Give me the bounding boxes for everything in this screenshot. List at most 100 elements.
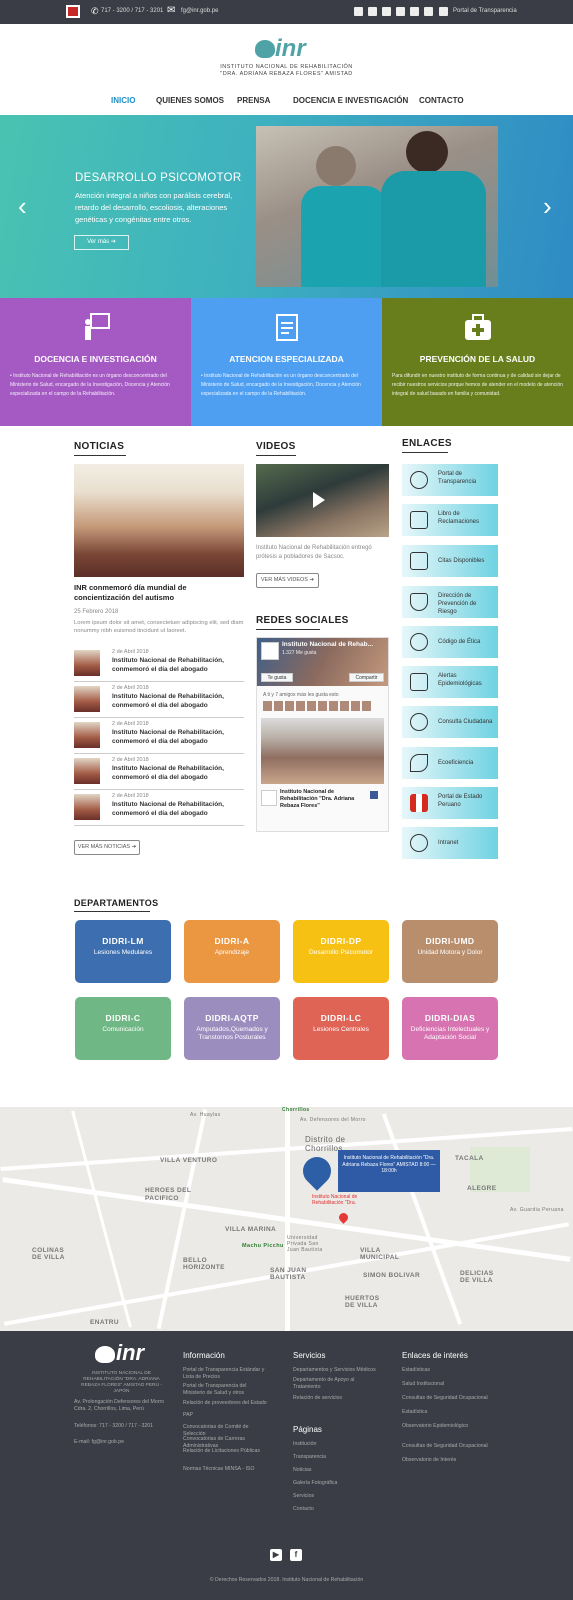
more-news-button[interactable]: VER MÁS NOTICIAS ➔ (74, 840, 140, 855)
footer-link[interactable]: Relación de servicios (293, 1395, 383, 1402)
footer-logo-text: inr (116, 1340, 145, 1365)
plant-hand-icon (410, 754, 428, 772)
footer-link[interactable]: Normas Técnicas MINSA - ISO (183, 1466, 268, 1473)
link-intranet[interactable]: Intranet (402, 827, 498, 859)
news-item-title[interactable]: Instituto Nacional de Rehabilitación, co… (112, 801, 244, 818)
inr-logo[interactable]: inr (255, 35, 317, 62)
dept-didri-a[interactable]: DIDRI-A Aprendizaje (184, 920, 280, 983)
youtube-icon[interactable] (410, 7, 419, 16)
news-item-title[interactable]: Instituto Nacional de Rehabilitación, co… (112, 765, 244, 782)
news-featured-image[interactable] (74, 464, 244, 577)
fb-page-name[interactable]: Instituto Nacional de Rehab... (282, 641, 386, 648)
footer-link[interactable]: Consultas de Seguridad Ocupacional (402, 1395, 492, 1402)
fb-post-image[interactable] (261, 718, 384, 784)
nav-contacto[interactable]: CONTACTO (419, 96, 464, 105)
news-list-item[interactable]: 2 de Abril 2018 Instituto Nacional de Re… (74, 792, 244, 826)
news-item-title[interactable]: Instituto Nacional de Rehabilitación, co… (112, 693, 244, 710)
location-map[interactable]: VILLA VENTURO HEROES DEL PACIFICO Distri… (0, 1107, 573, 1331)
open-book-icon (410, 673, 428, 691)
map-label: HUERTOS DE VILLA (345, 1295, 380, 1309)
dept-didri-c[interactable]: DIDRI-C Comunicación (75, 997, 171, 1060)
link-consulta-ciudadana[interactable]: Consulta Ciudadana (402, 706, 498, 738)
fb-share-button[interactable]: Compartir (349, 673, 384, 682)
footer-col2-title: Servicios (293, 1351, 326, 1360)
facebook-icon[interactable]: f (290, 1549, 302, 1561)
dept-didri-lm[interactable]: DIDRI-LM Lesiones Medulares (75, 920, 171, 983)
dept-code: DIDRI-AQTP (205, 1013, 259, 1023)
dept-didri-lc[interactable]: DIDRI-LC Lesiones Centrales (293, 997, 389, 1060)
news-thumbnail (74, 794, 100, 820)
footer-link[interactable]: Galería Fotográfica (293, 1480, 337, 1487)
footer-link[interactable]: Observatorio Epidemiológico (402, 1423, 474, 1430)
link-ecoeficiencia[interactable]: Ecoeficiencia (402, 747, 498, 779)
news-item-title[interactable]: Instituto Nacional de Rehabilitación, co… (112, 657, 244, 674)
footer-link[interactable]: Consultas de Seguridad Ocupacional (402, 1443, 492, 1450)
youtube-icon[interactable]: ▶ (270, 1549, 282, 1561)
service-atencion[interactable]: ATENCION ESPECIALIZADA • Instituto Nacio… (191, 298, 382, 426)
nav-prensa[interactable]: PRENSA (237, 96, 270, 105)
slider-next-arrow[interactable]: › (543, 193, 552, 219)
footer-link[interactable]: Transparencia (293, 1454, 326, 1461)
footer-link[interactable]: Salud Institucional (402, 1381, 492, 1388)
book-icon (410, 511, 428, 529)
footer-link[interactable]: Relación de proveedores del Estado (183, 1400, 268, 1407)
link-label: Portal de Estado Peruano (438, 794, 483, 808)
slider-prev-arrow[interactable]: ‹ (18, 193, 27, 219)
fb-post-page-name[interactable]: Instituto Nacional de Rehabilitación "Dr… (280, 789, 364, 810)
link-codigo-etica[interactable]: Código de Ética (402, 626, 498, 658)
more-videos-button[interactable]: VER MÁS VIDEOS ➔ (256, 573, 319, 588)
footer-link[interactable]: Observatorio de Interés (402, 1457, 492, 1464)
hero-more-button[interactable]: Ver más ➔ (74, 235, 129, 250)
dept-didri-dias[interactable]: DIDRI-DIAS Deficiencias Intelectuales y A… (402, 997, 498, 1060)
footer-link[interactable]: Servicios (293, 1493, 314, 1500)
footer-link[interactable]: Departamentos y Servicios Médicos (293, 1367, 383, 1374)
transparency-icon[interactable] (439, 7, 448, 16)
footer-link[interactable]: Departamento de Apoyo al Tratamiento (293, 1377, 363, 1391)
news-featured-headline[interactable]: INR conmemoró día mundial de concientiza… (74, 583, 244, 603)
dept-code: DIDRI-C (105, 1013, 141, 1023)
nav-inicio[interactable]: INICIO (111, 96, 135, 105)
link-alertas-epidemiologicas[interactable]: Alertas Epidemiológicas (402, 666, 498, 698)
play-icon[interactable] (313, 492, 325, 508)
news-list-item[interactable]: 2 de Abril 2018 Instituto Nacional de Re… (74, 684, 244, 718)
news-list-item[interactable]: 2 de Abril 2018 Instituto Nacional de Re… (74, 720, 244, 754)
facebook-icon[interactable] (424, 7, 433, 16)
nav-docencia[interactable]: DOCENCIA E INVESTIGACIÓN (293, 96, 408, 105)
font-decrease-icon[interactable] (368, 7, 377, 16)
footer-link[interactable]: Estadística (402, 1409, 492, 1416)
news-list-item[interactable]: 2 de Abril 2018 Instituto Nacional de Re… (74, 648, 244, 682)
news-item-title[interactable]: Instituto Nacional de Rehabilitación, co… (112, 729, 244, 746)
footer-link[interactable]: Institución (293, 1441, 316, 1448)
link-portal-transparencia[interactable]: Portal de Transparencia (402, 464, 498, 496)
link-libro-reclamaciones[interactable]: Libro de Reclamaciones (402, 504, 498, 536)
news-list-item[interactable]: 2 de Abril 2018 Instituto Nacional de Re… (74, 756, 244, 790)
footer-link[interactable]: Portal de Transparencia Estándar y Lista… (183, 1367, 268, 1381)
link-citas-disponibles[interactable]: Citas Disponibles (402, 545, 498, 577)
nav-quienes-somos[interactable]: QUIENES SOMOS (156, 96, 224, 105)
link-estado-peruano[interactable]: Portal de Estado Peruano (402, 787, 498, 819)
service-prevencion[interactable]: PREVENCIÓN DE LA SALUD Para difundir en … (382, 298, 573, 426)
footer-link[interactable]: Noticias (293, 1467, 311, 1474)
facebook-widget[interactable]: Instituto Nacional de Rehab... 1.327 Me … (256, 637, 389, 832)
dept-didri-aqtp[interactable]: DIDRI-AQTP Amputados,Quemados y Transtorn… (184, 997, 280, 1060)
footer-link[interactable]: Relación de Licitaciones Públicas (183, 1448, 268, 1455)
link-prevencion-riesgo[interactable]: Dirección de Prevención de Riesgo (402, 586, 498, 618)
social-title-underline (256, 629, 320, 630)
medical-clipboard-icon (275, 314, 298, 341)
footer-email[interactable]: E-mail: fg@inr.gob.pe (74, 1439, 169, 1446)
font-increase-icon[interactable] (382, 7, 391, 16)
topbar-email[interactable]: fg@inr.gob.pe (181, 8, 218, 14)
video-description: Instituto Nacional de Rehabilitación ent… (256, 545, 372, 560)
contrast-icon[interactable] (354, 7, 363, 16)
dept-didri-umd[interactable]: DIDRI-UMD Unidad Motora y Dolor (402, 920, 498, 983)
footer-link[interactable]: Estadísticas (402, 1367, 492, 1374)
footer-link[interactable]: PAP (183, 1412, 268, 1419)
dept-didri-dp[interactable]: DIDRI-DP Desarrollo Psicomotor (293, 920, 389, 983)
map-label: Universidad Privada San Juan Bautista (287, 1235, 323, 1253)
font-reset-icon[interactable] (396, 7, 405, 16)
fb-like-button[interactable]: Te gusta (261, 673, 293, 682)
service-docencia[interactable]: DOCENCIA E INVESTIGACIÓN • Instituto Nac… (0, 298, 191, 426)
footer-link[interactable]: Contacto (293, 1506, 314, 1513)
topbar-transparency-link[interactable]: Portal de Transparencia (453, 8, 517, 14)
footer-link[interactable]: Portal de Transparencia del Ministerio d… (183, 1383, 268, 1397)
